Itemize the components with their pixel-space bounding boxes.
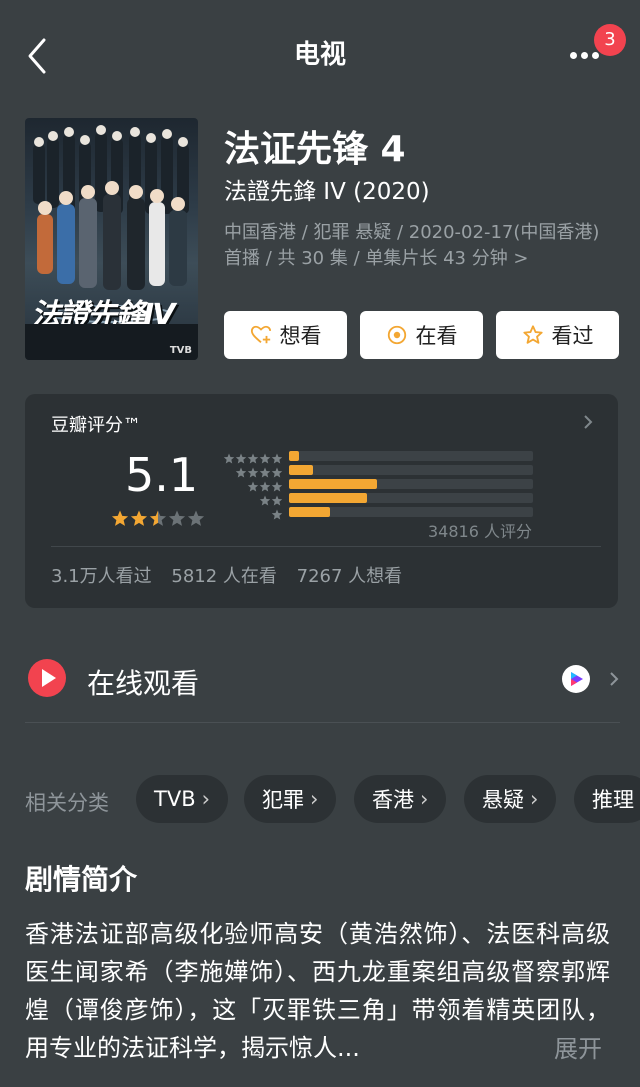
heart-plus-icon [250,325,271,344]
rating-card[interactable]: 豆瓣评分™ 5.1 34816 人评分 3.1万人看过 5812 人在看 726… [25,394,618,608]
watch-online-row[interactable]: 在线观看 [25,640,620,720]
distribution-row [221,492,541,506]
distribution-track [289,493,533,503]
watched-label: 看过 [551,324,594,348]
tag-chip[interactable]: 犯罪 › [244,775,337,823]
notification-badge: 3 [594,24,626,56]
rating-count: 34816 人评分 [428,522,532,541]
distribution-bar [289,451,299,461]
chevron-right-icon: › [310,787,319,811]
tag-label: TVB [154,787,196,811]
chevron-right-icon [610,672,619,686]
page-title: 电视 [293,40,346,70]
distribution-row [221,506,541,520]
divider [25,722,620,723]
top-bar: 电视 3 [0,0,640,110]
youku-icon [562,665,590,693]
star-icon [149,510,167,526]
star-icon [271,481,283,492]
distribution-bar [289,507,331,517]
star-icon [111,510,129,526]
star-icon [271,453,283,464]
rating-score: 5.1 [125,448,199,502]
distribution-stars-icon [271,506,285,520]
distribution-stars-icon [235,464,285,478]
watching-count: 5812 人在看 [171,566,277,587]
rating-label: 豆瓣评分™ [51,415,141,436]
watching-button[interactable]: 在看 [360,311,483,359]
tag-label: 推理 [592,788,634,812]
star-icon [235,467,247,478]
distribution-bar [289,479,377,489]
star-icon [259,467,271,478]
synopsis-text: 香港法证部高级化验师高安（黄浩然饰）、法医科高级医生闻家希（李施嬅饰）、西九龙重… [25,920,610,1062]
movie-title: 法证先锋 4 [224,129,406,170]
star-icon [247,453,259,464]
distribution-row [221,464,541,478]
related-tags-label: 相关分类 [25,791,109,815]
rating-distribution [221,450,541,520]
tag-chip[interactable]: TVB › [136,775,229,823]
distribution-track [289,507,533,517]
star-icon [271,467,283,478]
star-icon [187,510,205,526]
synopsis-title: 剧情简介 [25,863,138,896]
distribution-row [221,478,541,492]
tag-label: 悬疑 [482,788,524,812]
poster-brand: TVB [169,345,192,356]
chevron-right-icon: › [201,787,211,811]
star-icon [235,453,247,464]
distribution-stars-icon [223,450,285,464]
rating-stats: 3.1万人看过 5812 人在看 7267 人想看 [51,562,416,588]
star-icon [130,510,148,526]
tag-label: 香港 [372,788,414,812]
expand-link[interactable]: 展开 [554,1029,602,1064]
distribution-track [289,451,533,461]
star-icon [247,481,259,492]
rating-stars [111,510,205,526]
distribution-track [289,465,533,475]
star-icon [223,453,235,464]
want-to-watch-label: 想看 [279,324,322,348]
star-icon [259,453,271,464]
star-icon [259,495,271,506]
tag-label: 犯罪 [262,788,304,812]
play-icon [28,659,66,697]
distribution-bar [289,493,368,503]
distribution-bar [289,465,314,475]
watched-button[interactable]: 看过 [496,311,619,359]
seen-count: 3.1万人看过 [51,566,152,587]
star-outline-icon [522,325,543,344]
star-icon [271,509,283,520]
distribution-stars-icon [247,478,285,492]
distribution-stars-icon [259,492,285,506]
tag-chip[interactable]: 推理 [574,775,640,823]
star-icon [259,481,271,492]
poster-image[interactable]: 法證先鋒IV TVB [25,118,198,360]
star-icon [247,467,259,478]
chevron-right-icon: › [420,787,429,811]
want-to-watch-button[interactable]: 想看 [224,311,347,359]
watching-label: 在看 [415,324,458,348]
target-icon [387,325,406,345]
chevron-right-icon: › [530,787,539,811]
divider [51,546,601,547]
movie-meta[interactable]: 中国香港 / 犯罪 悬疑 / 2020-02-17(中国香港) 首播 / 共 3… [224,220,609,272]
star-icon [271,495,283,506]
star-icon [168,510,186,526]
chevron-right-icon [584,415,593,429]
tag-chip[interactable]: 香港 › [354,775,447,823]
original-title: 法證先鋒 IV (2020) [224,179,430,205]
distribution-track [289,479,533,489]
want-count: 7267 人想看 [296,566,403,587]
watch-online-label: 在线观看 [87,667,200,700]
tag-chip[interactable]: 悬疑 › [464,775,557,823]
distribution-row [221,450,541,464]
